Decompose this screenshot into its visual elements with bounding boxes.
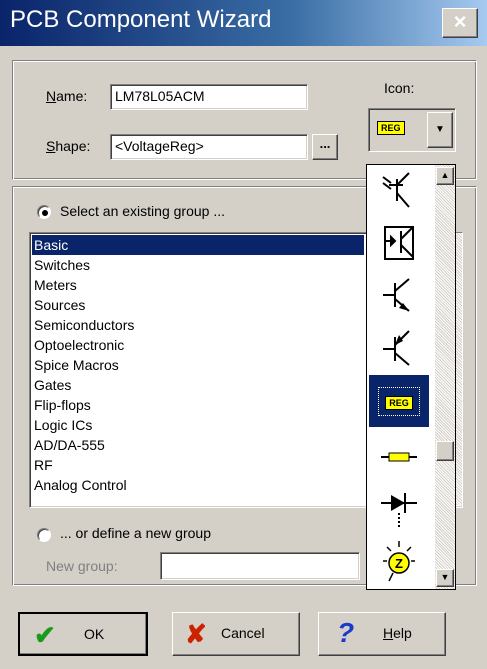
zener-letter: Z: [395, 556, 403, 571]
scroll-up-button[interactable]: ▲: [436, 167, 454, 185]
scroll-down-button[interactable]: ▼: [436, 569, 454, 587]
list-item[interactable]: Flip-flops: [32, 395, 91, 415]
list-item[interactable]: Gates: [32, 375, 71, 395]
fuse-glyph: [381, 452, 417, 462]
list-item[interactable]: Basic: [32, 235, 364, 255]
npn-transistor-icon[interactable]: [369, 269, 429, 321]
optocoupler-icon[interactable]: [369, 217, 429, 269]
cancel-button[interactable]: ✘ Cancel: [172, 612, 300, 656]
x-icon: ✘: [185, 619, 207, 649]
existing-group-label: Select an existing group ...: [60, 203, 225, 219]
shape-label: Shape:: [46, 138, 91, 154]
help-button[interactable]: ? Help: [318, 612, 446, 656]
window-title: PCB Component Wizard: [10, 6, 272, 33]
arrow-up-icon: ▲: [440, 170, 450, 180]
list-item[interactable]: RF: [32, 455, 53, 475]
optocoupler-glyph: [384, 226, 414, 260]
voltage-regulator-icon[interactable]: REG: [369, 375, 429, 427]
pnp-transistor-icon[interactable]: [369, 321, 429, 373]
npn-transistor-glyph: [383, 278, 410, 312]
zener-lamp-glyph: Z: [383, 541, 415, 582]
question-icon: ?: [337, 617, 355, 648]
diode-glyph: [381, 493, 417, 527]
list-item[interactable]: Logic ICs: [32, 415, 92, 435]
reg-badge: REG: [385, 395, 413, 410]
cancel-label: Cancel: [221, 625, 265, 641]
new-group-field[interactable]: [160, 552, 360, 580]
ok-button[interactable]: ✔ OK: [18, 612, 148, 656]
diode-icon[interactable]: [369, 483, 429, 535]
list-item[interactable]: Analog Control: [32, 475, 127, 495]
pnp-transistor-glyph: [383, 330, 410, 366]
shape-field[interactable]: <VoltageReg>: [110, 134, 308, 160]
list-item[interactable]: Sources: [32, 295, 85, 315]
zener-lamp-icon[interactable]: Z: [369, 535, 429, 587]
list-item[interactable]: Spice Macros: [32, 355, 119, 375]
focus-rect: REG: [378, 386, 420, 416]
icon-combobox[interactable]: REG ▼: [368, 108, 456, 152]
selected-regulator-icon: REG: [377, 119, 405, 135]
list-item[interactable]: Switches: [32, 255, 90, 275]
new-group-label: New group:: [46, 558, 118, 574]
list-item[interactable]: Optoelectronic: [32, 335, 124, 355]
icon-dropdown-list[interactable]: ▲ ▼ REG Z: [366, 164, 456, 590]
photo-transistor-icon[interactable]: [369, 165, 429, 217]
list-item[interactable]: Meters: [32, 275, 77, 295]
existing-group-radio[interactable]: [37, 205, 51, 219]
help-label: Help: [383, 625, 412, 641]
new-group-radio-label: ... or define a new group: [60, 525, 211, 541]
checkmark-icon: ✔: [34, 620, 56, 650]
name-label: Name:: [46, 88, 88, 104]
fuse-icon[interactable]: [369, 431, 429, 483]
chevron-down-icon: ▼: [435, 124, 445, 135]
arrow-down-icon: ▼: [440, 572, 450, 582]
photo-transistor-glyph: [382, 172, 410, 208]
icon-list-scrollbar[interactable]: ▲ ▼: [435, 165, 455, 589]
icon-label: Icon:: [384, 80, 415, 96]
title-bar: PCB Component Wizard ×: [0, 0, 487, 46]
icon-dropdown-button[interactable]: ▼: [427, 112, 453, 148]
shape-browse-button[interactable]: ...: [312, 134, 338, 160]
close-button[interactable]: ×: [442, 8, 478, 38]
list-item[interactable]: AD/DA-555: [32, 435, 105, 455]
ok-label: OK: [84, 626, 105, 642]
radio-checked-dot: [42, 210, 48, 216]
new-group-radio[interactable]: [37, 528, 51, 542]
list-item[interactable]: Semiconductors: [32, 315, 134, 335]
scroll-thumb[interactable]: [436, 441, 454, 461]
name-field[interactable]: LM78L05ACM: [110, 84, 308, 110]
